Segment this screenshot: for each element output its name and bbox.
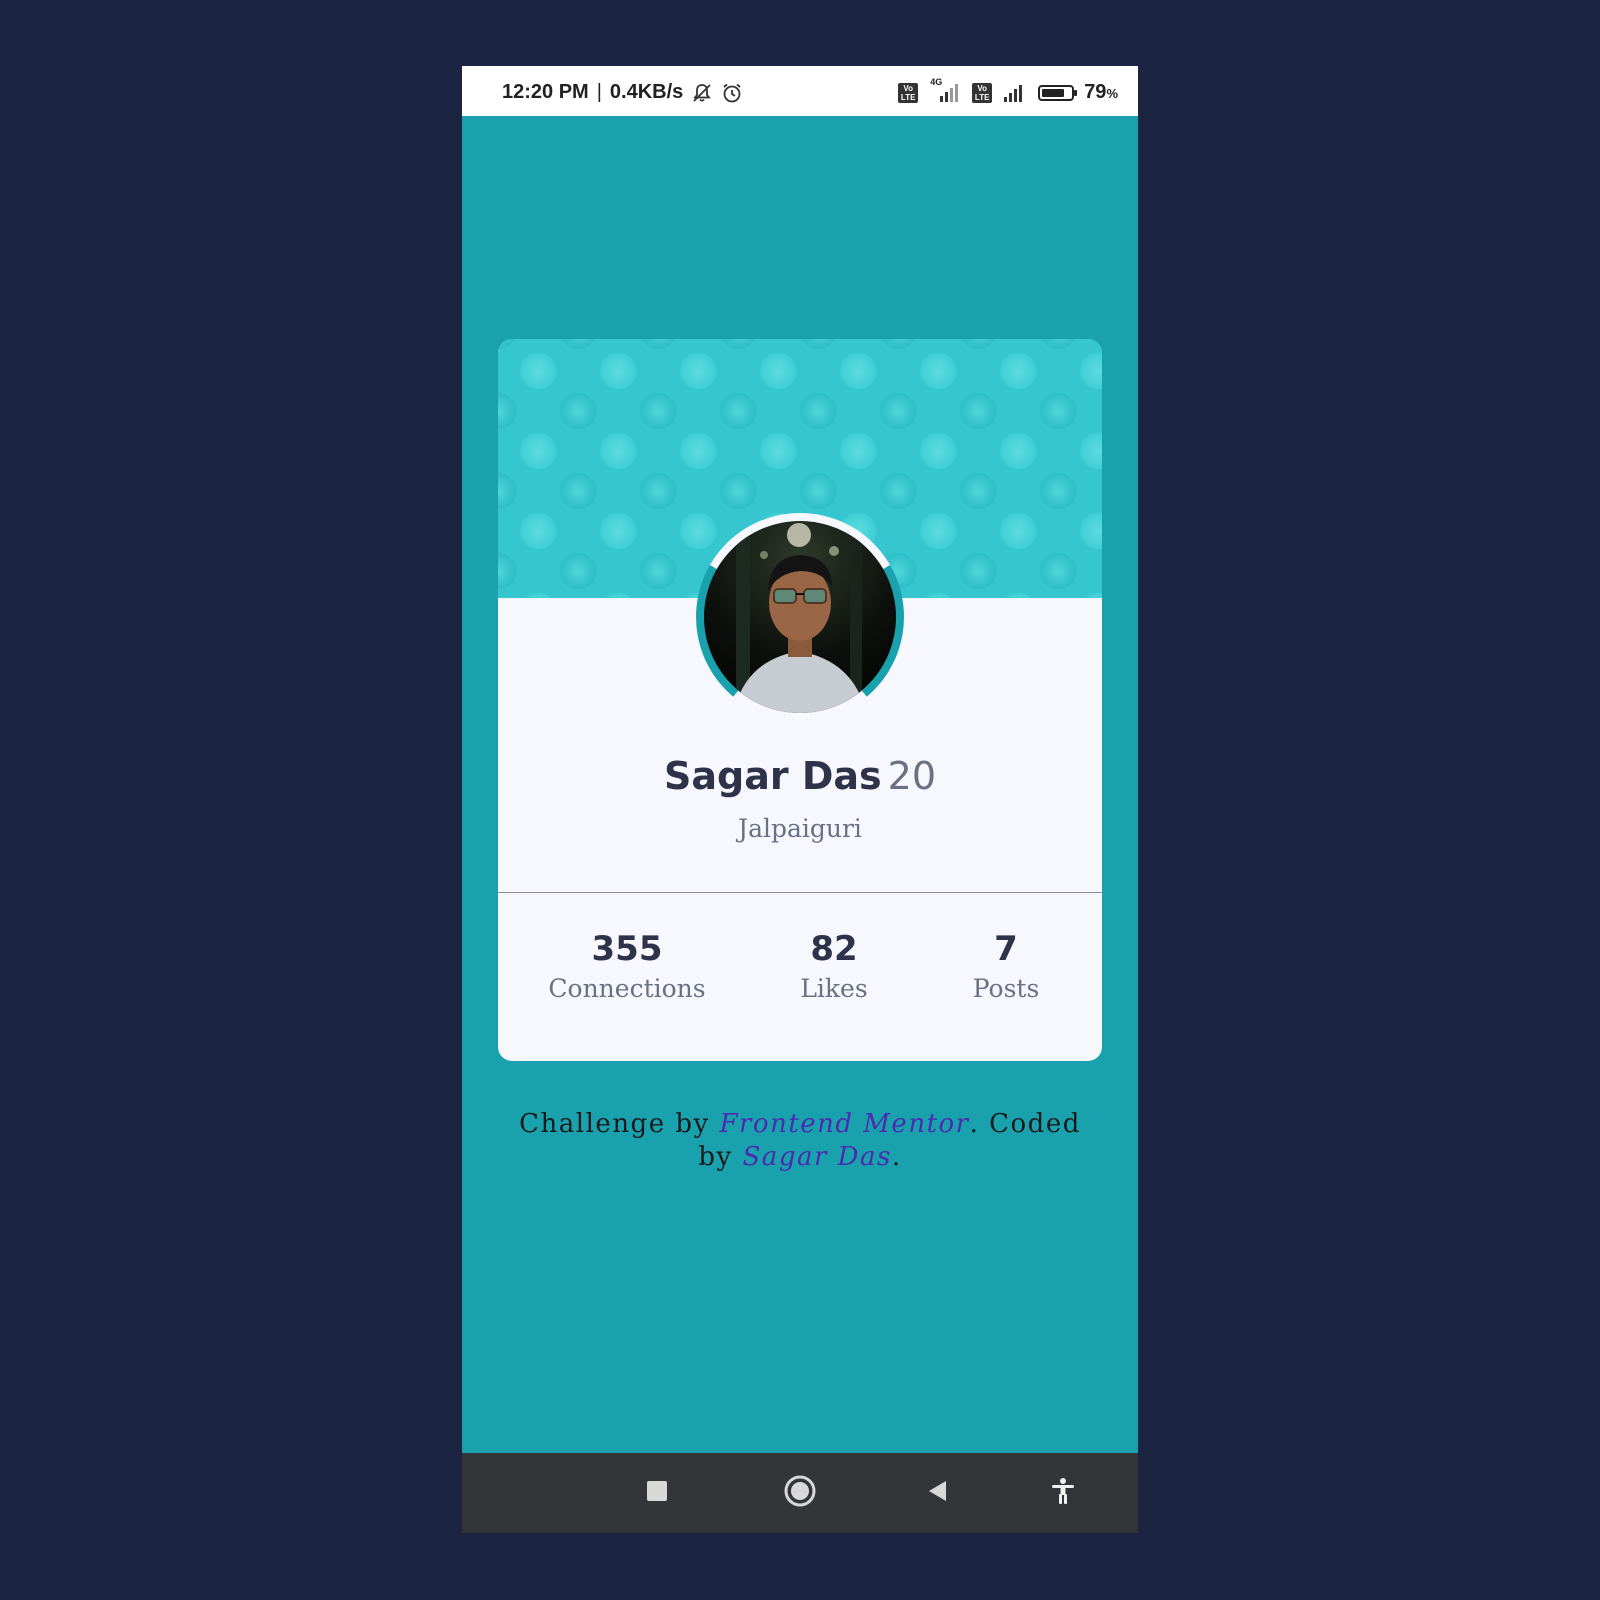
status-left: 12:20 PM | 0.4KB/s [502, 81, 743, 104]
triangle-back-icon [926, 1479, 950, 1507]
alarm-icon [721, 82, 743, 104]
stat-value: 82 [810, 929, 858, 969]
status-right: Vo LTE 4G Vo LTE 79% [898, 77, 1118, 104]
stat-likes: 82 Likes [764, 929, 904, 1009]
stat-posts: 7 Posts [950, 929, 1062, 1009]
author-link[interactable]: Sagar Das [743, 1142, 892, 1172]
accessibility-button[interactable] [1043, 1473, 1083, 1513]
attribution-suffix: . [891, 1142, 902, 1172]
card-divider [498, 892, 1102, 893]
recent-apps-button[interactable] [637, 1473, 677, 1513]
volte-badge-2: Vo LTE [972, 82, 993, 103]
stat-label: Likes [800, 974, 868, 1003]
battery-icon [1038, 84, 1078, 101]
attribution-prefix: Challenge by [519, 1109, 710, 1139]
stat-value: 355 [591, 929, 663, 969]
profile-age: 20 [887, 754, 936, 798]
frontend-mentor-link[interactable]: Frontend Mentor [719, 1109, 969, 1139]
status-time: 12:20 PM [502, 81, 589, 103]
navigation-bar [462, 1453, 1138, 1533]
square-icon [646, 1480, 668, 1506]
battery-percent-unit: % [1106, 86, 1118, 101]
stat-label: Posts [972, 974, 1040, 1003]
stat-connections: 355 Connections [530, 929, 724, 1009]
home-button[interactable] [780, 1473, 820, 1513]
avatar-ring [696, 513, 904, 721]
profile-location: Jalpaiguri [738, 814, 862, 843]
battery-fill [1042, 88, 1065, 97]
stat-label: Connections [548, 974, 706, 1003]
bell-muted-icon [691, 82, 713, 104]
status-network-speed: 0.4KB/s [609, 81, 684, 103]
profile-name: Sagar Das [664, 754, 882, 798]
status-bar: 12:20 PM | 0.4KB/s Vo LTE 4G Vo LTE 79% [462, 66, 1138, 116]
circle-icon [784, 1475, 816, 1511]
battery-percentage: 79% [1084, 81, 1118, 104]
signal-icon [1002, 82, 1028, 104]
profile-card: Sagar Das 20 Jalpaiguri 355 Connections 8… [498, 339, 1102, 1061]
phone-screen: 12:20 PM | 0.4KB/s Vo LTE 4G Vo LTE 79% … [462, 66, 1138, 1533]
status-separator: | [596, 81, 602, 103]
signal-4g-icon: 4G [928, 77, 962, 104]
accessibility-icon [1050, 1477, 1076, 1509]
profile-name-line: Sagar Das 20 [498, 754, 1102, 798]
back-button[interactable] [918, 1473, 958, 1513]
stat-value: 7 [994, 929, 1018, 969]
avatar [704, 521, 896, 713]
volte-badge-1: Vo LTE [898, 82, 919, 103]
battery-percent-value: 79 [1084, 81, 1107, 103]
attribution: Challenge by Frontend Mentor. Coded by S… [502, 1108, 1098, 1174]
